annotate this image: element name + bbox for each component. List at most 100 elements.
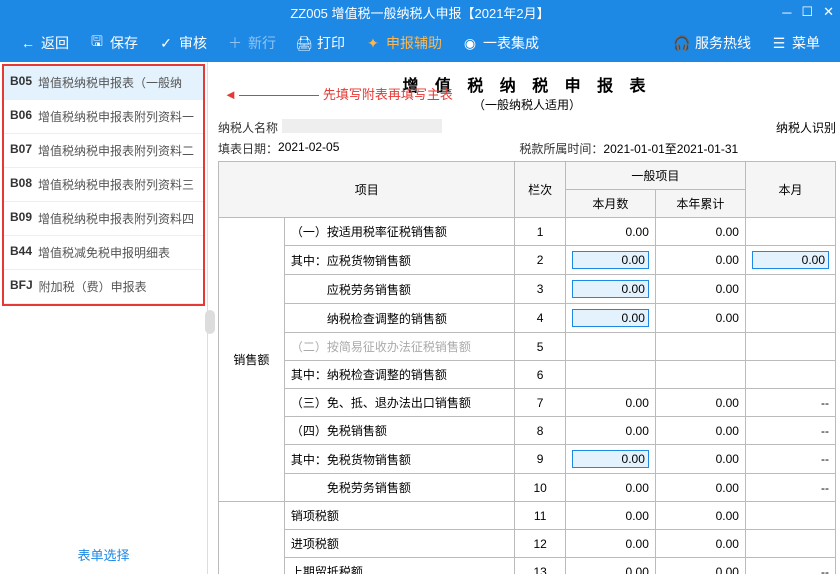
month-cell: 0.00 bbox=[565, 218, 655, 246]
category-cell-2 bbox=[219, 502, 285, 574]
month2-cell bbox=[745, 218, 835, 246]
month2-cell: -- bbox=[745, 474, 835, 502]
item-cell: 销项税额 bbox=[284, 502, 515, 530]
assist-button[interactable]: ✦申报辅助 bbox=[355, 33, 452, 53]
item-cell: 免税劳务销售额 bbox=[284, 474, 515, 502]
month-input[interactable] bbox=[572, 450, 649, 468]
item-cell: （三）免、抵、退办法出口销售额 bbox=[284, 389, 515, 417]
month2-input[interactable] bbox=[752, 251, 829, 269]
taxpayer-name-label: 纳税人名称 bbox=[218, 119, 278, 136]
row-no: 5 bbox=[515, 333, 565, 361]
year-cell: 0.00 bbox=[655, 502, 745, 530]
fill-date-label: 填表日期： bbox=[218, 140, 278, 157]
sidebar-item-code: B05 bbox=[10, 74, 32, 91]
sidebar-item-B08[interactable]: B08 增值税纳税申报表附列资料三 bbox=[4, 168, 203, 202]
month2-cell[interactable] bbox=[745, 246, 835, 275]
minimize-icon[interactable]: ─ bbox=[782, 5, 791, 20]
category-cell: 销售额 bbox=[219, 218, 285, 502]
month2-cell bbox=[745, 361, 835, 389]
data-table: 项目 栏次 一般项目 本月 本月数 本年累计 销售额（一）按适用税率征税销售额1… bbox=[218, 161, 836, 574]
col-no: 栏次 bbox=[515, 162, 565, 218]
sidebar-item-B05[interactable]: B05 增值税纳税申报表（一般纳 bbox=[4, 66, 203, 100]
month-input[interactable] bbox=[572, 251, 649, 269]
menu-button[interactable]: ☰菜单 bbox=[761, 33, 830, 53]
row-no: 3 bbox=[515, 275, 565, 304]
item-cell: 上期留抵税额 bbox=[284, 558, 515, 574]
integrate-button[interactable]: ◉一表集成 bbox=[452, 33, 549, 53]
hotline-button[interactable]: 🎧服务热线 bbox=[664, 33, 761, 53]
item-cell: 其中：纳税检查调整的销售额 bbox=[284, 361, 515, 389]
period: 2021-01-01至2021-01-31 bbox=[603, 140, 738, 157]
row-no: 2 bbox=[515, 246, 565, 275]
row-no: 6 bbox=[515, 361, 565, 389]
table-row: 应税劳务销售额30.00 bbox=[219, 275, 836, 304]
table-row: 其中：应税货物销售额20.00 bbox=[219, 246, 836, 275]
row-no: 10 bbox=[515, 474, 565, 502]
print-button[interactable]: 🖨打印 bbox=[286, 33, 355, 53]
sidebar-item-code: B06 bbox=[10, 108, 32, 125]
check-icon: ✓ bbox=[158, 35, 174, 51]
row-no: 4 bbox=[515, 304, 565, 333]
sidebar-footer[interactable]: 表单选择 bbox=[0, 535, 207, 574]
titlebar: ZZ005 增值税一般纳税人申报【2021年2月】 ─ ☐ ✕ bbox=[0, 0, 840, 24]
month-cell bbox=[565, 333, 655, 361]
month-cell[interactable] bbox=[565, 304, 655, 333]
month-input[interactable] bbox=[572, 309, 649, 327]
year-cell: 0.00 bbox=[655, 304, 745, 333]
plus-icon: ＋ bbox=[227, 35, 243, 51]
print-icon: 🖨 bbox=[296, 35, 312, 51]
month-cell: 0.00 bbox=[565, 474, 655, 502]
sidebar-item-code: B07 bbox=[10, 142, 32, 159]
month-cell[interactable] bbox=[565, 246, 655, 275]
sidebar-item-code: B08 bbox=[10, 176, 32, 193]
sidebar-item-BFJ[interactable]: BFJ附加税（费）申报表 bbox=[4, 270, 203, 304]
row-no: 11 bbox=[515, 502, 565, 530]
table-row: 其中：纳税检查调整的销售额6 bbox=[219, 361, 836, 389]
audit-button[interactable]: ✓审核 bbox=[148, 33, 217, 53]
sidebar-item-label: 增值税纳税申报表（一般纳 bbox=[38, 74, 182, 91]
sidebar-item-B44[interactable]: B44增值税减免税申报明细表 bbox=[4, 236, 203, 270]
table-row: 免税劳务销售额100.000.00-- bbox=[219, 474, 836, 502]
month-cell[interactable] bbox=[565, 445, 655, 474]
col-year: 本年累计 bbox=[655, 190, 745, 218]
maximize-icon[interactable]: ☐ bbox=[801, 4, 813, 20]
save-icon: 🖫 bbox=[89, 35, 105, 51]
year-cell: 0.00 bbox=[655, 417, 745, 445]
item-cell: （一）按适用税率征税销售额 bbox=[284, 218, 515, 246]
item-cell: 应税劳务销售额 bbox=[284, 275, 515, 304]
sidebar-item-label: 增值税纳税申报表附列资料一 bbox=[38, 108, 194, 125]
row-no: 13 bbox=[515, 558, 565, 574]
period-label: 税款所属时间： bbox=[519, 140, 603, 157]
month2-cell: -- bbox=[745, 558, 835, 574]
table-row: 其中：免税货物销售额90.00-- bbox=[219, 445, 836, 474]
sidebar-item-B07[interactable]: B07增值税纳税申报表附列资料二 bbox=[4, 134, 203, 168]
item-cell: 进项税额 bbox=[284, 530, 515, 558]
close-icon[interactable]: ✕ bbox=[823, 4, 834, 20]
year-cell: 0.00 bbox=[655, 474, 745, 502]
assist-icon: ✦ bbox=[365, 35, 381, 51]
integrate-icon: ◉ bbox=[462, 35, 478, 51]
window-title: ZZ005 增值税一般纳税人申报【2021年2月】 bbox=[290, 3, 549, 22]
item-cell: 其中：应税货物销售额 bbox=[284, 246, 515, 275]
month-input[interactable] bbox=[572, 280, 649, 298]
save-button[interactable]: 🖫保存 bbox=[79, 33, 148, 53]
row-no: 7 bbox=[515, 389, 565, 417]
back-button[interactable]: ←返回 bbox=[10, 33, 79, 53]
col-general: 一般项目 bbox=[565, 162, 745, 190]
table-row: 上期留抵税额130.000.00-- bbox=[219, 558, 836, 574]
sidebar-item-B09[interactable]: B09增值税纳税申报表附列资料四 bbox=[4, 202, 203, 236]
form-content: 先填写附表再填写主表 增 值 税 纳 税 申 报 表 （一般纳税人适用） 纳税人… bbox=[208, 62, 840, 574]
month2-cell bbox=[745, 275, 835, 304]
month-cell: 0.00 bbox=[565, 389, 655, 417]
col-item: 项目 bbox=[219, 162, 515, 218]
col-month2: 本月 bbox=[745, 162, 835, 218]
sidebar-item-B06[interactable]: B06 增值税纳税申报表附列资料一 bbox=[4, 100, 203, 134]
month-cell[interactable] bbox=[565, 275, 655, 304]
sidebar-item-label: 增值税纳税申报表附列资料三 bbox=[38, 176, 194, 193]
back-icon: ← bbox=[20, 35, 36, 51]
month2-cell: -- bbox=[745, 445, 835, 474]
table-row: 进项税额120.000.00 bbox=[219, 530, 836, 558]
month2-cell bbox=[745, 304, 835, 333]
row-no: 8 bbox=[515, 417, 565, 445]
month-cell: 0.00 bbox=[565, 502, 655, 530]
